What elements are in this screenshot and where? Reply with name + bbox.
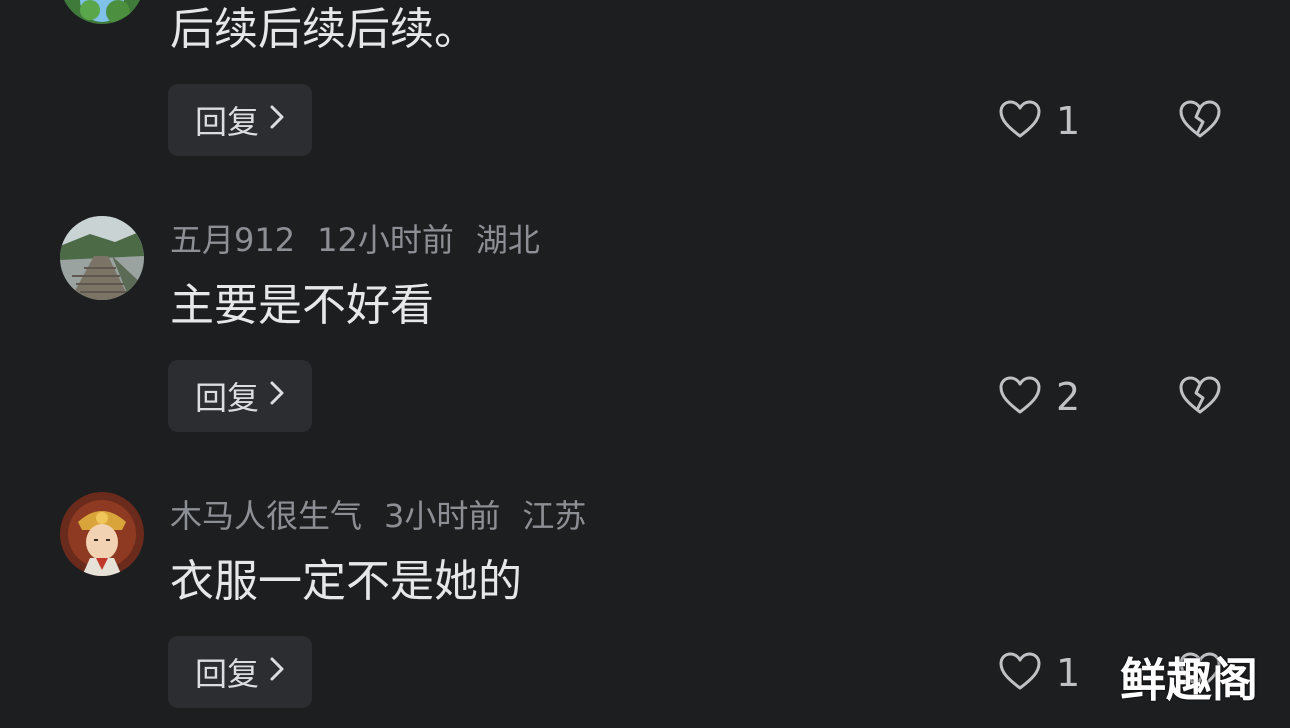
dislike-button[interactable]	[1178, 372, 1222, 422]
reply-button[interactable]: 回复	[168, 360, 312, 432]
reply-label: 回复	[194, 103, 259, 141]
chevron-right-icon	[269, 656, 285, 688]
broken-heart-icon	[1178, 99, 1222, 143]
location: 江苏	[522, 497, 587, 535]
watermark: 鲜趣阁	[1120, 653, 1258, 707]
reply-label: 回复	[194, 655, 259, 693]
like-button[interactable]: 1	[998, 648, 1080, 698]
like-count: 2	[1056, 375, 1081, 419]
comment-text: 衣服一定不是她的	[170, 556, 522, 607]
avatar[interactable]	[60, 216, 144, 300]
chevron-right-icon	[269, 380, 285, 412]
heart-outline-icon	[998, 375, 1042, 419]
comment-meta: 木马人很生气 3小时前 江苏	[170, 496, 608, 536]
username[interactable]: 木马人很生气	[170, 497, 362, 535]
reply-label: 回复	[194, 379, 259, 417]
comment-text: 主要是不好看	[170, 280, 434, 331]
username[interactable]: 五月912	[170, 221, 295, 259]
like-count: 1	[1056, 651, 1081, 695]
like-button[interactable]: 1	[998, 96, 1080, 146]
avatar[interactable]	[60, 492, 144, 576]
timestamp: 12小时前	[317, 221, 454, 259]
dislike-button[interactable]	[1178, 96, 1222, 146]
location: 湖北	[475, 221, 540, 259]
reply-button[interactable]: 回复	[168, 636, 312, 708]
comment-text: 后续后续后续。	[170, 4, 478, 55]
avatar[interactable]	[60, 0, 144, 24]
heart-outline-icon	[998, 99, 1042, 143]
comment-list: 后续后续后续。 回复 1 五月912 12小时前 湖北 主要是不好看 回复 2 …	[0, 0, 1290, 728]
broken-heart-icon	[1178, 375, 1222, 419]
like-count: 1	[1056, 99, 1081, 143]
reply-button[interactable]: 回复	[168, 84, 312, 156]
chevron-right-icon	[269, 104, 285, 136]
comment-meta: 五月912 12小时前 湖北	[170, 220, 562, 260]
heart-outline-icon	[998, 651, 1042, 695]
like-button[interactable]: 2	[998, 372, 1080, 422]
timestamp: 3小时前	[384, 497, 501, 535]
